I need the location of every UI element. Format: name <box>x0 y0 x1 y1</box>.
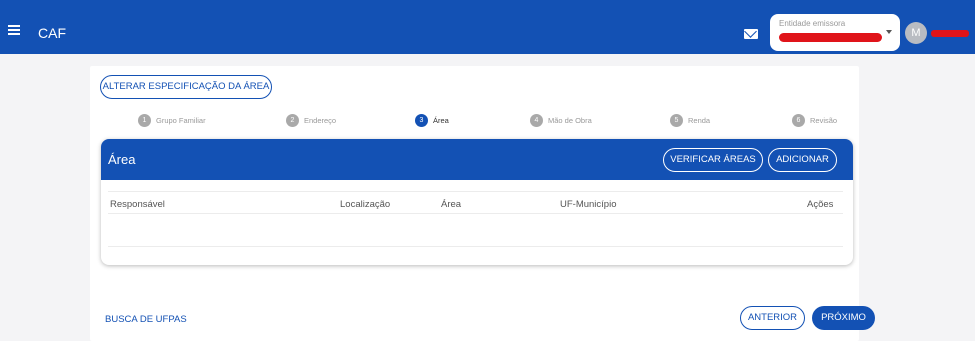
step-number: 1 <box>138 114 151 127</box>
top-bar: CAF Entidade emissora M <box>0 0 975 54</box>
step-label: Área <box>433 116 449 125</box>
step-mao-de-obra[interactable]: 4 Mão de Obra <box>530 114 620 128</box>
step-number: 2 <box>286 114 299 127</box>
column-header-uf-municipio[interactable]: UF-Município <box>560 199 617 210</box>
step-number: 5 <box>670 114 683 127</box>
entity-select[interactable]: Entidade emissora <box>770 14 900 51</box>
main-card: ALTERAR ESPECIFICAÇÃO DA ÁREA 1 Grupo Fa… <box>90 66 875 341</box>
avatar[interactable]: M <box>905 22 927 44</box>
step-grupo-familiar[interactable]: 1 Grupo Familiar <box>138 114 248 128</box>
step-number: 3 <box>415 114 428 127</box>
area-panel-header: Área VERIFICAR ÁREAS ADICIONAR <box>101 139 853 180</box>
step-renda[interactable]: 5 Renda <box>670 114 730 128</box>
add-area-button[interactable]: ADICIONAR <box>768 148 837 172</box>
area-panel-title: Área <box>108 152 136 167</box>
table-divider <box>108 191 843 192</box>
column-header-acoes: Ações <box>807 199 834 210</box>
entity-select-value-redacted <box>779 33 882 42</box>
step-number: 6 <box>792 114 805 127</box>
user-name-redacted[interactable] <box>931 30 969 37</box>
previous-button[interactable]: ANTERIOR <box>740 306 805 330</box>
alter-area-button[interactable]: ALTERAR ESPECIFICAÇÃO DA ÁREA <box>100 75 272 99</box>
column-header-area[interactable]: Área <box>441 199 461 210</box>
step-label: Endereço <box>304 116 337 125</box>
area-panel: Área VERIFICAR ÁREAS ADICIONAR Responsáv… <box>101 139 853 265</box>
envelope-icon[interactable] <box>744 29 758 39</box>
step-number: 4 <box>530 114 543 127</box>
step-endereco[interactable]: 2 Endereço <box>286 114 366 128</box>
table-divider <box>108 213 843 214</box>
entity-select-label: Entidade emissora <box>779 19 846 28</box>
step-revisao[interactable]: 6 Revisão <box>792 114 852 128</box>
search-ufpas-link[interactable]: BUSCA DE UFPAS <box>105 314 187 325</box>
column-header-responsavel[interactable]: Responsável <box>110 199 165 210</box>
hamburger-icon[interactable] <box>8 25 20 35</box>
app-title[interactable]: CAF <box>38 25 66 41</box>
step-label: Mão de Obra <box>548 116 592 125</box>
next-button[interactable]: PRÓXIMO <box>812 306 875 330</box>
step-label: Revisão <box>810 116 838 125</box>
step-area[interactable]: 3 Área <box>415 114 475 128</box>
chevron-down-icon[interactable] <box>886 30 892 34</box>
step-label: Renda <box>688 116 711 125</box>
step-label: Grupo Familiar <box>156 116 206 125</box>
table-divider <box>108 246 843 247</box>
column-header-localizacao[interactable]: Localização <box>340 199 390 210</box>
verify-areas-button[interactable]: VERIFICAR ÁREAS <box>663 148 763 172</box>
